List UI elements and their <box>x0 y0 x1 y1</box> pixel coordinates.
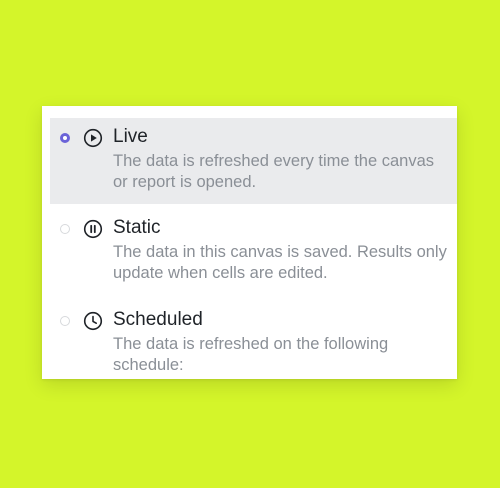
refresh-mode-panel: Live The data is refreshed every time th… <box>42 106 457 379</box>
option-scheduled-description: The data is refreshed on the following s… <box>113 335 389 374</box>
option-scheduled-title: Scheduled <box>113 309 203 330</box>
clock-icon <box>83 311 103 331</box>
radio-static[interactable] <box>60 224 70 234</box>
radio-scheduled[interactable] <box>60 316 70 326</box>
option-static-title: Static <box>113 217 161 238</box>
option-live-title: Live <box>113 126 148 147</box>
option-static-description: The data in this canvas is saved. Result… <box>113 243 447 282</box>
pause-circle-icon <box>83 219 103 239</box>
option-static[interactable]: Static The data in this canvas is saved.… <box>50 209 457 295</box>
play-circle-icon <box>83 128 103 148</box>
radio-live[interactable] <box>60 133 70 143</box>
option-live[interactable]: Live The data is refreshed every time th… <box>50 118 457 204</box>
option-scheduled[interactable]: Scheduled The data is refreshed on the f… <box>50 301 457 379</box>
option-live-description: The data is refreshed every time the can… <box>113 152 434 191</box>
